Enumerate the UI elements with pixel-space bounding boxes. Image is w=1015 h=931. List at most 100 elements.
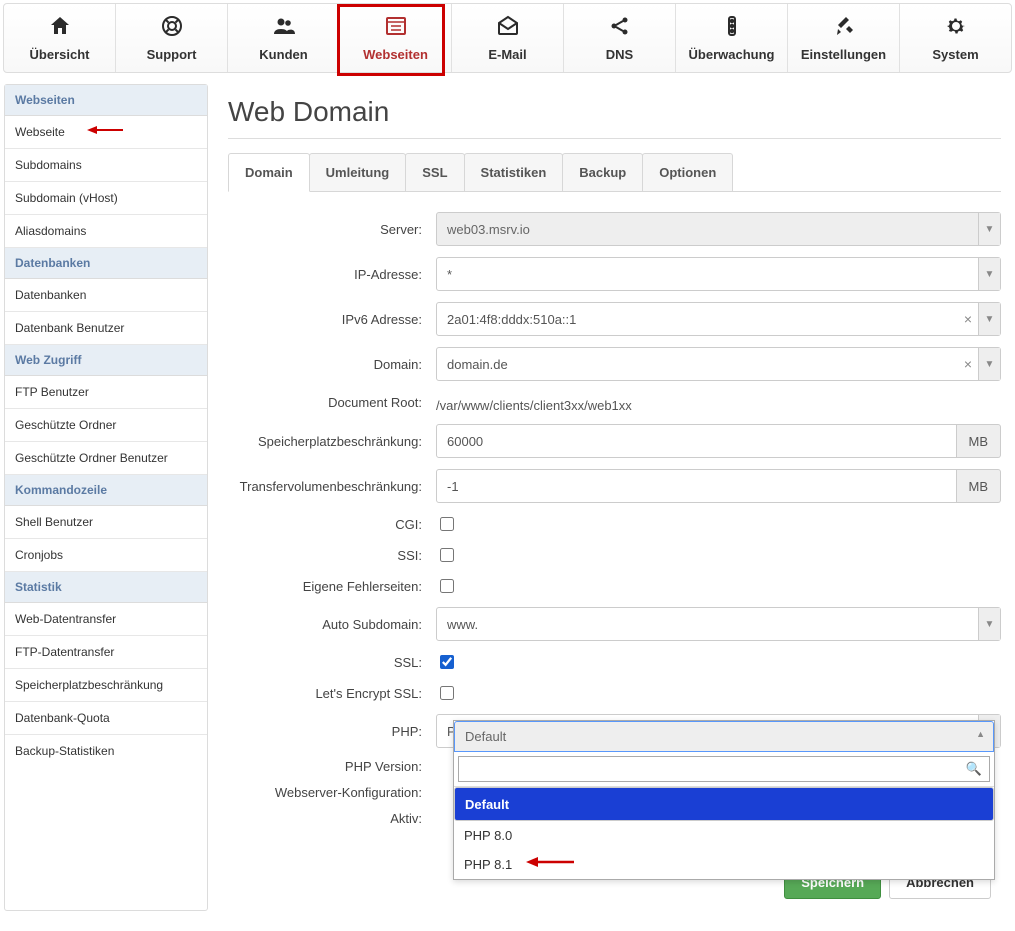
traffic-input[interactable]	[436, 469, 957, 503]
nav-label: Übersicht	[4, 47, 115, 62]
side-item-label: Webseite	[15, 125, 65, 139]
dropdown-option-default[interactable]: Default	[454, 787, 994, 821]
chevron-down-icon: ▼	[978, 213, 1000, 245]
page-title: Web Domain	[228, 96, 1001, 128]
autosubdomain-select[interactable]: www. ▼	[436, 607, 1001, 641]
errorpages-checkbox[interactable]	[440, 579, 454, 593]
label-active: Aktiv:	[228, 811, 436, 826]
nav-label: System	[900, 47, 1011, 62]
dropdown-search-input[interactable]	[458, 756, 990, 782]
ipv6-value: 2a01:4f8:dddx:510a::1	[447, 312, 576, 327]
docroot-value: /var/www/clients/client3xx/web1xx	[436, 392, 1001, 413]
red-arrow-annotation	[524, 854, 576, 870]
domain-select[interactable]: domain.de × ▼	[436, 347, 1001, 381]
side-item-cronjobs[interactable]: Cronjobs	[5, 539, 207, 572]
share-icon	[564, 14, 675, 43]
label-docroot: Document Root:	[228, 395, 436, 410]
side-item-ftp-users[interactable]: FTP Benutzer	[5, 376, 207, 409]
nav-label: Einstellungen	[788, 47, 899, 62]
gear-icon	[900, 14, 1011, 43]
side-item-db-quota[interactable]: Datenbank-Quota	[5, 702, 207, 735]
label-php: PHP:	[228, 724, 436, 739]
side-item-disk-quota[interactable]: Speicherplatzbeschränkung	[5, 669, 207, 702]
trafficlight-icon	[676, 14, 787, 43]
server-select[interactable]: web03.msrv.io ▼	[436, 212, 1001, 246]
quota-input[interactable]	[436, 424, 957, 458]
ip-select[interactable]: * ▼	[436, 257, 1001, 291]
side-item-protected-folders[interactable]: Geschützte Ordner	[5, 409, 207, 442]
website-icon	[340, 14, 451, 43]
label-webconf: Webserver-Konfiguration:	[228, 785, 436, 800]
dropdown-option-php81[interactable]: PHP 8.1	[454, 850, 994, 879]
nav-settings[interactable]: Einstellungen	[788, 4, 900, 72]
tab-options[interactable]: Optionen	[642, 153, 733, 191]
side-item-ftp-traffic[interactable]: FTP-Datentransfer	[5, 636, 207, 669]
chevron-down-icon: ▼	[978, 348, 1000, 380]
label-phpversion: PHP Version:	[228, 759, 436, 774]
users-icon	[228, 14, 339, 43]
side-item-subdomains[interactable]: Subdomains	[5, 149, 207, 182]
divider	[228, 138, 1001, 139]
nav-system[interactable]: System	[900, 4, 1011, 72]
nav-label: E-Mail	[452, 47, 563, 62]
ssi-checkbox[interactable]	[440, 548, 454, 562]
letsencrypt-checkbox[interactable]	[440, 686, 454, 700]
side-item-subdomain-vhost[interactable]: Subdomain (vHost)	[5, 182, 207, 215]
nav-support[interactable]: Support	[116, 4, 228, 72]
side-item-databases[interactable]: Datenbanken	[5, 279, 207, 312]
nav-dns[interactable]: DNS	[564, 4, 676, 72]
chevron-down-icon: ▼	[978, 608, 1000, 640]
dropdown-search: 🔍	[454, 752, 994, 787]
nav-label: Webseiten	[340, 47, 451, 62]
side-item-web-traffic[interactable]: Web-Datentransfer	[5, 603, 207, 636]
label-domain: Domain:	[228, 357, 436, 372]
label-server: Server:	[228, 222, 436, 237]
cgi-checkbox[interactable]	[440, 517, 454, 531]
nav-label: Kunden	[228, 47, 339, 62]
autosubdomain-value: www.	[447, 617, 478, 632]
label-ipv6: IPv6 Adresse:	[228, 312, 436, 327]
side-item-db-users[interactable]: Datenbank Benutzer	[5, 312, 207, 345]
top-nav: Übersicht Support Kunden Webseiten E-Mai…	[3, 3, 1012, 73]
server-value: web03.msrv.io	[447, 222, 530, 237]
side-head-databases: Datenbanken	[5, 248, 207, 279]
side-item-backup-stats[interactable]: Backup-Statistiken	[5, 735, 207, 767]
side-item-protected-folder-users[interactable]: Geschützte Ordner Benutzer	[5, 442, 207, 475]
chevron-down-icon: ▼	[978, 303, 1000, 335]
clear-icon[interactable]: ×	[964, 356, 972, 372]
nav-overview[interactable]: Übersicht	[4, 4, 116, 72]
side-head-webaccess: Web Zugriff	[5, 345, 207, 376]
tab-stats[interactable]: Statistiken	[464, 153, 564, 191]
side-item-website[interactable]: Webseite	[5, 116, 207, 149]
ip-value: *	[447, 267, 452, 282]
tab-backup[interactable]: Backup	[562, 153, 643, 191]
label-autosub: Auto Subdomain:	[228, 617, 436, 632]
tab-redirect[interactable]: Umleitung	[309, 153, 407, 191]
nav-monitoring[interactable]: Überwachung	[676, 4, 788, 72]
side-head-cli: Kommandozeile	[5, 475, 207, 506]
side-head-websites: Webseiten	[5, 85, 207, 116]
phpversion-current[interactable]: Default	[454, 721, 994, 752]
side-item-shell-users[interactable]: Shell Benutzer	[5, 506, 207, 539]
mail-icon	[452, 14, 563, 43]
nav-websites[interactable]: Webseiten	[340, 4, 452, 72]
nav-label: Support	[116, 47, 227, 62]
nav-email[interactable]: E-Mail	[452, 4, 564, 72]
tab-domain[interactable]: Domain	[228, 153, 310, 192]
phpversion-dropdown: Default 🔍 Default PHP 8.0 PHP 8.1	[453, 720, 995, 880]
ssl-checkbox[interactable]	[440, 655, 454, 669]
label-errpages: Eigene Fehlerseiten:	[228, 579, 436, 594]
ipv6-select[interactable]: 2a01:4f8:dddx:510a::1 × ▼	[436, 302, 1001, 336]
red-arrow-annotation	[85, 122, 125, 138]
nav-customers[interactable]: Kunden	[228, 4, 340, 72]
side-head-stats: Statistik	[5, 572, 207, 603]
tab-ssl[interactable]: SSL	[405, 153, 464, 191]
tools-icon	[788, 14, 899, 43]
dropdown-option-php80[interactable]: PHP 8.0	[454, 821, 994, 850]
label-cgi: CGI:	[228, 517, 436, 532]
search-icon: 🔍	[966, 761, 982, 777]
nav-label: Überwachung	[676, 47, 787, 62]
home-icon	[4, 14, 115, 43]
side-item-aliasdomains[interactable]: Aliasdomains	[5, 215, 207, 248]
clear-icon[interactable]: ×	[964, 311, 972, 327]
